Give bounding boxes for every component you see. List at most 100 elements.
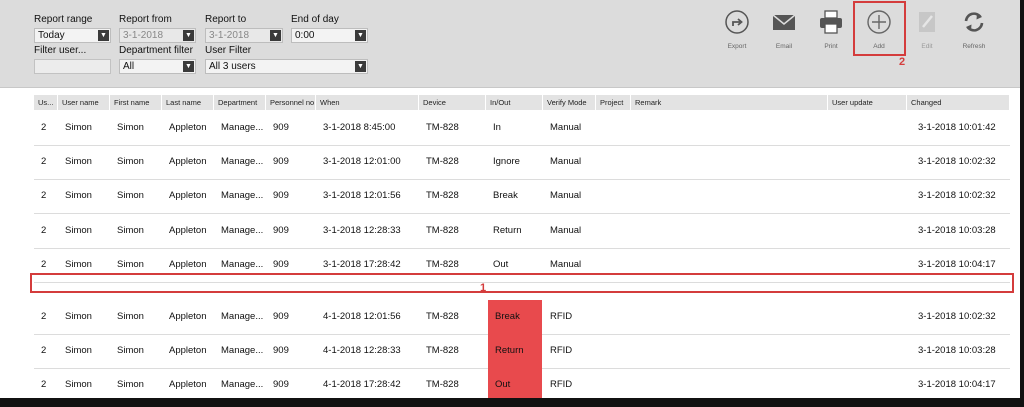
report-to-value: 3-1-2018	[209, 30, 250, 41]
chevron-down-icon: ▼	[98, 30, 109, 41]
table-cell	[631, 300, 828, 334]
column-header[interactable]: Department	[214, 95, 266, 110]
column-header[interactable]: User update	[828, 95, 907, 110]
table-cell: 909	[273, 345, 289, 356]
column-header[interactable]: When	[316, 95, 419, 110]
department-filter-value: All	[123, 61, 135, 72]
refresh-button[interactable]: Refresh	[950, 9, 998, 50]
table-cell: Out	[488, 368, 542, 398]
export-button[interactable]: Export	[713, 9, 761, 50]
chevron-down-icon: ▼	[183, 61, 194, 72]
column-header[interactable]: Device	[419, 95, 486, 110]
table-cell: Manage...	[221, 225, 264, 236]
column-header[interactable]: Remark	[631, 95, 828, 110]
table-cell: 3-1-2018 10:02:32	[918, 190, 996, 201]
export-icon	[725, 10, 749, 34]
column-header[interactable]: User name	[58, 95, 110, 110]
table-cell: 909	[273, 190, 289, 201]
print-button[interactable]: Print	[807, 9, 855, 50]
table-cell: Break	[493, 190, 518, 201]
column-header[interactable]: Verify Mode	[543, 95, 596, 110]
report-to-date[interactable]: 3-1-2018 ▼	[205, 28, 283, 43]
table-cell	[828, 145, 907, 179]
refresh-label: Refresh	[962, 43, 986, 50]
table-row[interactable]: 2 Simon Simon Appleton Manage... 909 3-1-2018 …	[34, 214, 1010, 249]
table-cell: TM-828	[426, 122, 459, 133]
column-header[interactable]: Changed	[907, 95, 1010, 110]
table-cell: 2	[41, 122, 47, 133]
table-cell: Simon	[117, 190, 144, 201]
table-cell: Simon	[65, 156, 92, 167]
table-row[interactable]: 2 Simon Simon Appleton Manage... 909 4-1-2018 …	[34, 334, 1010, 369]
table-cell: 3-1-2018 10:02:32	[918, 156, 996, 167]
table-cell	[596, 145, 631, 179]
table-cell: 3-1-2018 10:01:42	[918, 122, 996, 133]
edit-button[interactable]: Edit	[903, 9, 951, 50]
column-header[interactable]: Last name	[162, 95, 214, 110]
table-cell: 3-1-2018 10:04:17	[918, 379, 996, 390]
table-row[interactable]: 2 Simon Simon Appleton Manage... 909 3-1-2018 …	[34, 179, 1010, 214]
end-of-day-label: End of day	[291, 14, 339, 25]
table-row[interactable]: 2 Simon Simon Appleton Manage... 909 4-1-2018 …	[34, 300, 1010, 335]
table-cell	[596, 111, 631, 145]
envelope-icon	[772, 14, 796, 30]
report-from-label: Report from	[119, 14, 172, 25]
table-cell: Simon	[117, 156, 144, 167]
attendance-window: Report range Today ▼ Report from 3-1-2018…	[0, 0, 1022, 398]
table-cell	[828, 300, 907, 334]
table-cell: Appleton	[169, 122, 207, 133]
table-cell: Manage...	[221, 311, 264, 322]
table-row[interactable]: 2 Simon Simon Appleton Manage... 909 3-1-2018 …	[34, 111, 1010, 146]
table-cell: Simon	[65, 190, 92, 201]
table-cell: Manage...	[221, 345, 264, 356]
end-of-day-select[interactable]: 0:00 ▼	[291, 28, 368, 43]
column-header[interactable]: First name	[110, 95, 162, 110]
table-cell	[631, 334, 828, 368]
column-header[interactable]: Project	[596, 95, 631, 110]
table-cell: 909	[273, 379, 289, 390]
table-cell: RFID	[550, 379, 573, 390]
column-header[interactable]: Personnel no	[266, 95, 316, 110]
email-label: Email	[775, 43, 793, 50]
annotation-marker-1: 1	[480, 282, 487, 294]
table-cell: 909	[273, 311, 289, 322]
report-from-date[interactable]: 3-1-2018 ▼	[119, 28, 196, 43]
table-cell: 2	[41, 311, 47, 322]
report-range-label: Report range	[34, 14, 93, 25]
table-cell: Simon	[65, 225, 92, 236]
filter-user-input[interactable]	[34, 59, 111, 74]
table-cell: 909	[273, 225, 289, 236]
table-cell	[828, 214, 907, 248]
table-cell	[596, 300, 631, 334]
column-header[interactable]: In/Out	[486, 95, 543, 110]
table-cell: TM-828	[426, 156, 459, 167]
chevron-down-icon: ▼	[270, 30, 281, 41]
table-cell	[828, 179, 907, 213]
table-cell: 4-1-2018 12:01:56	[323, 311, 401, 322]
table-row[interactable]: 2 Simon Simon Appleton Manage... 909 4-1-2018 …	[34, 368, 1010, 398]
table-cell: 3-1-2018 12:28:33	[323, 225, 401, 236]
table-cell: TM-828	[426, 225, 459, 236]
table-cell: Simon	[117, 122, 144, 133]
table-cell	[631, 111, 828, 145]
table-cell: TM-828	[426, 190, 459, 201]
table-cell	[596, 334, 631, 368]
table-cell: 909	[273, 156, 289, 167]
department-filter-select[interactable]: All ▼	[119, 59, 196, 74]
user-filter-label: User Filter	[205, 45, 252, 56]
table-cell: Break	[488, 300, 542, 334]
table-cell: 2	[41, 225, 47, 236]
add-button-highlight	[853, 1, 906, 56]
chevron-down-icon: ▼	[355, 61, 366, 72]
report-from-value: 3-1-2018	[123, 30, 164, 41]
table-cell	[828, 368, 907, 398]
table-row[interactable]: 2 Simon Simon Appleton Manage... 909 3-1-2018 …	[34, 145, 1010, 180]
user-filter-select[interactable]: All 3 users ▼	[205, 59, 368, 74]
table-cell	[828, 111, 907, 145]
email-button[interactable]: Email	[760, 9, 808, 50]
table-cell	[596, 214, 631, 248]
column-header[interactable]: Us...	[34, 95, 58, 110]
table-cell: Appleton	[169, 379, 207, 390]
report-range-select[interactable]: Today ▼	[34, 28, 111, 43]
export-label: Export	[727, 43, 747, 50]
